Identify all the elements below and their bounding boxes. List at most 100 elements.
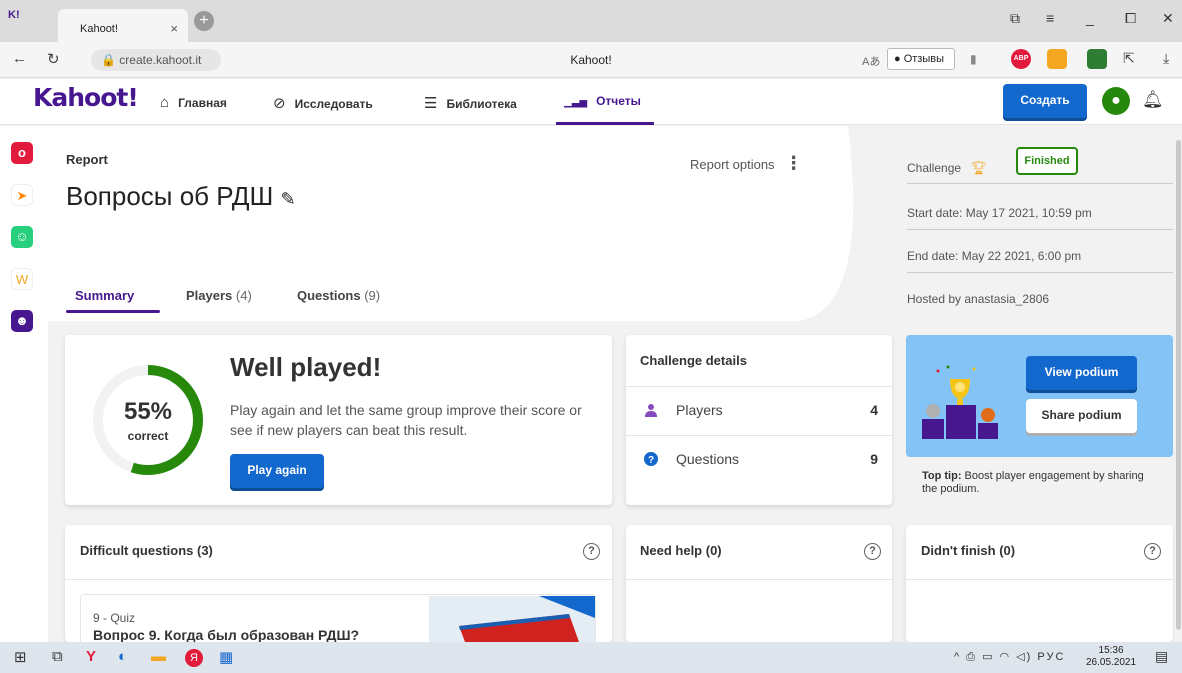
divider bbox=[65, 579, 612, 580]
yandex-browser-icon[interactable]: Я bbox=[185, 649, 203, 667]
compass-icon: ⊘ bbox=[273, 95, 286, 112]
windows-start-icon[interactable]: ⊞ bbox=[14, 648, 27, 666]
app-icon-5[interactable]: ☻ bbox=[11, 310, 33, 332]
language-indicator: РУС bbox=[1037, 651, 1066, 663]
help-icon[interactable]: ? bbox=[1144, 543, 1161, 560]
challenge-details-title: Challenge details bbox=[640, 353, 747, 368]
clock-date: 26.05.2021 bbox=[1086, 657, 1137, 668]
download-icon[interactable]: ⤓ bbox=[1163, 50, 1169, 67]
url-field[interactable]: 🔒 create.kahoot.it bbox=[91, 49, 221, 71]
bookmark-icon[interactable]: ▮ bbox=[970, 52, 977, 66]
browser-title-bar: K! Kahoot! × + ⧉ ≡ _ ⧠ ✕ bbox=[0, 0, 1182, 42]
notifications-icon[interactable]: ▤ bbox=[1155, 648, 1168, 665]
scrollbar-thumb[interactable] bbox=[1176, 140, 1181, 630]
reviews-button[interactable]: ● Отзывы bbox=[887, 48, 955, 70]
reload-icon[interactable]: ↻ bbox=[47, 50, 60, 68]
tab-players-count: (4) bbox=[235, 288, 252, 303]
task-view-icon[interactable]: ⧉ bbox=[52, 648, 63, 665]
tab-summary[interactable]: Summary bbox=[75, 288, 134, 303]
yandex-icon[interactable]: Y bbox=[86, 648, 96, 665]
app-icon-2[interactable]: ➤ bbox=[11, 184, 33, 206]
question-circle-icon: ? bbox=[644, 452, 658, 466]
edge-icon[interactable]: ◐ bbox=[118, 648, 127, 665]
share-icon[interactable]: ⇱ bbox=[1123, 50, 1135, 67]
bell-icon[interactable]: 🔔︎ bbox=[1142, 90, 1164, 110]
divider bbox=[906, 579, 1173, 580]
extension-icon[interactable] bbox=[1047, 49, 1067, 69]
play-again-button[interactable]: Play again bbox=[230, 454, 324, 488]
nav-active-indicator bbox=[556, 122, 654, 125]
reports-icon: ▁▃▅ bbox=[564, 97, 588, 108]
edit-pencil-icon[interactable]: ✎ bbox=[281, 189, 296, 209]
minimize-icon[interactable]: _ bbox=[1086, 10, 1094, 26]
system-tray[interactable]: ^ ⎙ ▭ ◠ ◁) РУС bbox=[954, 650, 1065, 664]
app-icon-1[interactable]: o bbox=[11, 142, 33, 164]
meta-end-date: End date: May 22 2021, 6:00 pm bbox=[907, 229, 1173, 273]
collections-icon[interactable]: ⧉ bbox=[1010, 10, 1020, 27]
report-title-text: Вопросы об РДШ bbox=[66, 181, 274, 211]
top-tip-label: Top tip: bbox=[922, 470, 962, 482]
list-icon: ☰ bbox=[424, 95, 438, 112]
top-tip: Top tip: Boost player engagement by shar… bbox=[922, 470, 1162, 496]
questions-value: 9 bbox=[870, 451, 878, 467]
vpn-extension-icon[interactable] bbox=[1087, 49, 1107, 69]
nav-discover[interactable]: ⊘ Исследовать bbox=[273, 94, 373, 112]
clock[interactable]: 15:36 26.05.2021 bbox=[1086, 645, 1136, 669]
nav-reports-label: Отчеты bbox=[596, 94, 641, 108]
translate-icon[interactable]: Aあ bbox=[862, 53, 880, 69]
question-text: Вопрос 9. Когда был образован РДШ? bbox=[93, 627, 360, 643]
nav-library[interactable]: ☰ Библиотека bbox=[424, 94, 517, 112]
tab-questions-count: (9) bbox=[364, 288, 381, 303]
tab-players-label: Players bbox=[186, 288, 233, 303]
well-played-heading: Well played! bbox=[230, 352, 382, 382]
app-icon-3[interactable]: ☺ bbox=[11, 226, 33, 248]
help-icon[interactable]: ? bbox=[583, 543, 600, 560]
app-icon-4[interactable]: W bbox=[11, 268, 33, 290]
maximize-icon[interactable]: ⧠ bbox=[1125, 10, 1136, 27]
report-options-label: Report options bbox=[690, 157, 775, 172]
create-button[interactable]: Создать bbox=[1003, 84, 1087, 118]
well-played-text: Play again and let the same group improv… bbox=[230, 402, 582, 438]
didnt-finish-title: Didn't finish (0) bbox=[921, 543, 1016, 558]
adblock-icon[interactable]: ABP bbox=[1011, 49, 1031, 69]
questions-row[interactable]: ? Questions 9 bbox=[626, 435, 892, 484]
file-explorer-icon[interactable]: ▬ bbox=[151, 648, 166, 665]
kahoot-logo[interactable]: Kahoot! bbox=[33, 83, 139, 112]
tab-players[interactable]: Players (4) bbox=[186, 288, 252, 303]
person-icon bbox=[645, 404, 657, 417]
share-podium-button[interactable]: Share podium bbox=[1026, 399, 1137, 433]
report-options[interactable]: Report options ⋮ bbox=[690, 153, 803, 174]
tab-questions[interactable]: Questions (9) bbox=[297, 288, 380, 303]
podium-illustration bbox=[922, 365, 998, 439]
accuracy-percent: 55% bbox=[123, 398, 173, 425]
view-podium-button[interactable]: View podium bbox=[1026, 356, 1137, 390]
browser-tab[interactable]: Kahoot! × bbox=[58, 9, 188, 42]
tab-active-indicator bbox=[66, 310, 160, 313]
report-title[interactable]: Вопросы об РДШ ✎ bbox=[66, 181, 296, 212]
back-icon[interactable]: ← bbox=[12, 50, 27, 67]
menu-icon[interactable]: ≡ bbox=[1046, 10, 1054, 26]
players-value: 4 bbox=[870, 402, 878, 418]
players-row[interactable]: Players 4 bbox=[626, 386, 892, 435]
nav-library-label: Библиотека bbox=[446, 97, 517, 111]
challenge-label: Challenge bbox=[907, 161, 962, 175]
close-window-icon[interactable]: ✕ bbox=[1162, 10, 1174, 27]
question-number: 9 - Quiz bbox=[93, 611, 136, 625]
question-image bbox=[429, 596, 595, 642]
trophy-icon: 🏆︎ bbox=[970, 160, 987, 175]
nav-home[interactable]: ⌂ Главная bbox=[160, 94, 227, 111]
browser-tab-title: Kahoot! bbox=[80, 23, 118, 35]
word-icon[interactable]: ▦ bbox=[219, 648, 233, 666]
user-avatar-icon[interactable]: ● bbox=[1102, 87, 1130, 115]
players-label: Players bbox=[676, 402, 723, 418]
help-icon[interactable]: ? bbox=[864, 543, 881, 560]
new-tab-button[interactable]: + bbox=[194, 11, 214, 31]
difficult-questions-title: Difficult questions (3) bbox=[80, 543, 213, 558]
nav-discover-label: Исследовать bbox=[294, 97, 373, 111]
nav-reports[interactable]: ▁▃▅ Отчеты bbox=[564, 94, 641, 108]
questions-label: Questions bbox=[676, 451, 740, 467]
svg-text:?: ? bbox=[648, 455, 654, 466]
tab-close-icon[interactable]: × bbox=[170, 21, 178, 36]
need-help-title: Need help (0) bbox=[640, 543, 722, 558]
question-thumbnail bbox=[429, 596, 595, 642]
